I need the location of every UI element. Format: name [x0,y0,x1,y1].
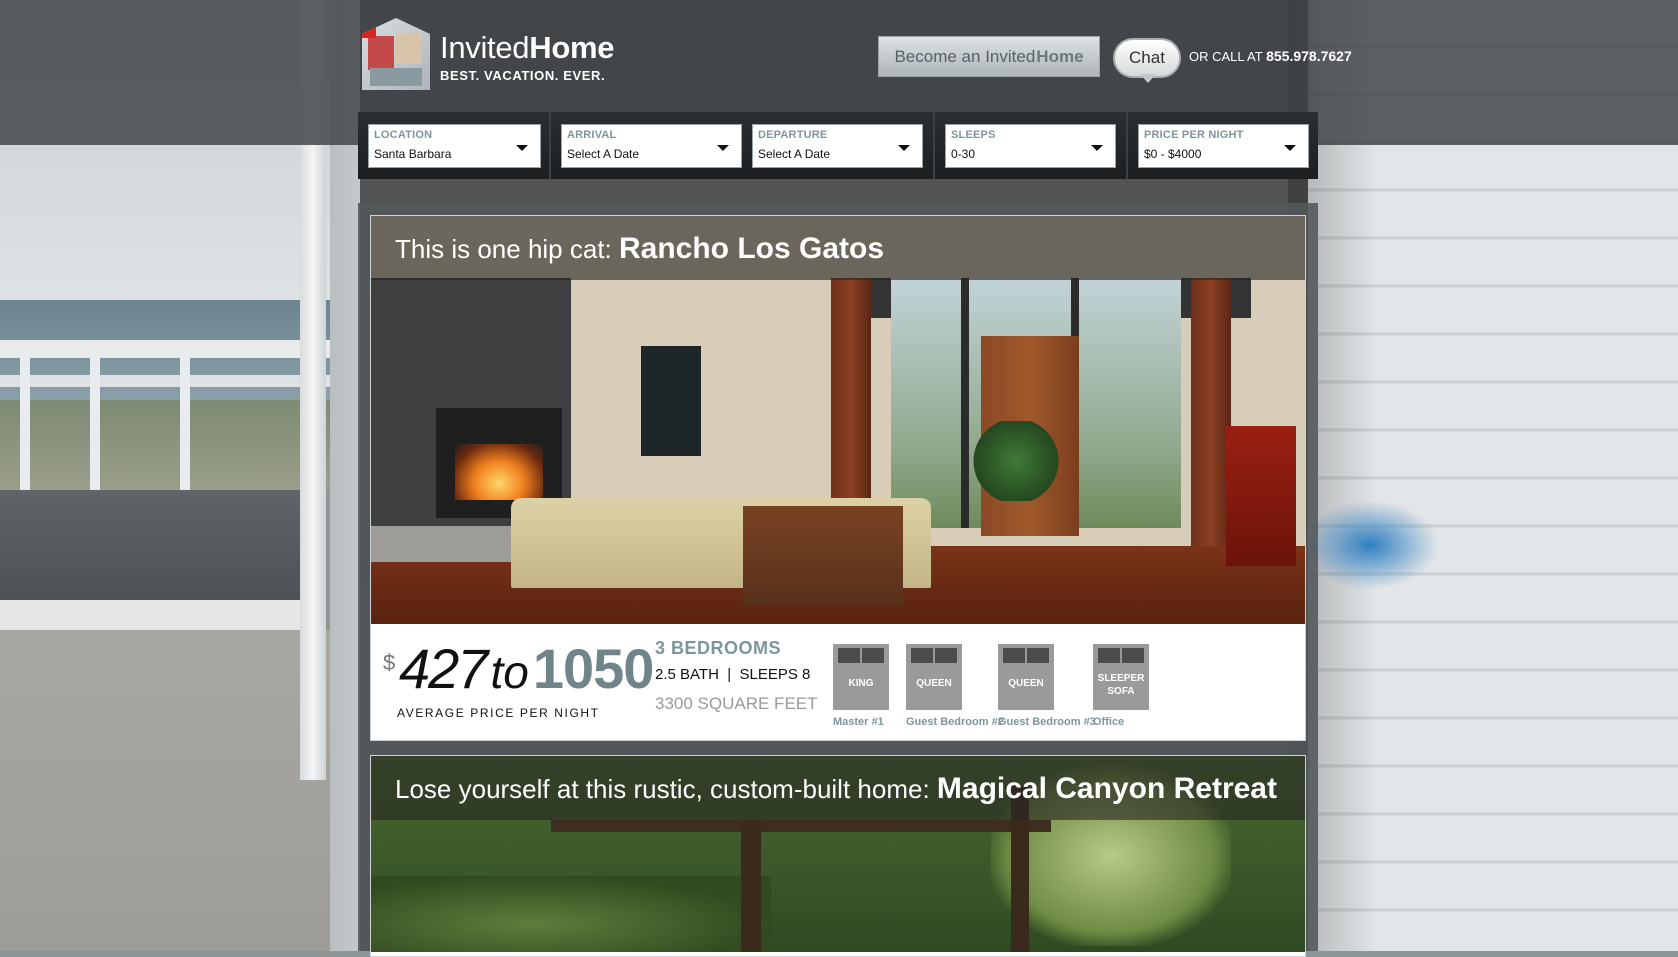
price-label: PRICE PER NIGHT [1144,129,1244,141]
listing-title[interactable]: This is one hip cat: Rancho Los Gatos [395,232,884,266]
price-note: AVERAGE PRICE PER NIGHT [397,706,600,720]
search-group-price: PRICE PER NIGHT $0 - $4000 [1128,112,1318,179]
bed-icon: QUEEN [906,644,962,710]
listing-name: Rancho Los Gatos [619,232,885,265]
logo-name-light: Invited [440,30,530,65]
arrival-label: ARRIVAL [567,129,617,141]
price-high: 1050 [532,637,655,700]
location-value: Santa Barbara [374,147,452,161]
price-range: 427to1050 [399,636,655,701]
become-invitedhome-button[interactable]: Become an Invited Home [878,36,1100,77]
chevron-down-icon [717,145,729,151]
become-label-prefix: Become an [894,46,986,66]
search-group-dates: ARRIVAL Select A Date DEPARTURE Select A… [551,112,935,179]
call-prefix: OR CALL AT [1189,49,1263,64]
listing-tagline: Lose yourself at this rustic, custom-bui… [395,774,937,804]
chat-button[interactable]: Chat [1113,38,1181,78]
listing-photo[interactable]: Lose yourself at this rustic, custom-bui… [371,756,1305,952]
chevron-down-icon [1284,145,1296,151]
bed-icon: QUEEN [998,644,1054,710]
logo-name-bold: Home [529,30,615,65]
bed-icon: KING [833,644,889,710]
listing-title-bar: Lose yourself at this rustic, custom-bui… [371,756,1305,820]
listing-photo[interactable]: This is one hip cat: Rancho Los Gatos [371,216,1305,624]
sleeps-value: 0-30 [951,147,976,161]
square-feet: 3300 SQUARE FEET [655,694,818,713]
arrival-value: Select A Date [567,147,640,161]
bed-type: QUEEN [1008,678,1044,689]
bed-type-line1: SLEEPER [1097,673,1145,684]
bath-sleeps: 2.5 BATH | SLEEPS 8 [655,666,811,683]
search-bar: LOCATION Santa Barbara ARRIVAL Select A … [358,112,1318,179]
bedroom-count: 3 BEDROOMS [655,638,782,658]
chevron-down-icon [1091,145,1103,151]
chevron-down-icon [898,145,910,151]
price-to: to [490,646,529,698]
currency-symbol: $ [383,650,396,675]
departure-label: DEPARTURE [758,129,828,141]
listing-tagline: This is one hip cat: [395,234,619,264]
price-low: 427 [399,637,488,700]
logo-tagline: BEST. VACATION. EVER. [440,68,606,83]
bed-type: SLEEPER SOFA [1093,672,1149,698]
listing-card[interactable]: This is one hip cat: Rancho Los Gatos $ … [370,215,1306,741]
bed-room-label: Office [1093,716,1125,728]
listing-info: $ 427to1050 AVERAGE PRICE PER NIGHT 3 BE… [371,624,1305,740]
bed-room-label: Guest Bedroom #2 [906,716,1004,728]
become-label-bold: Home [1036,46,1084,66]
bed-type-line2: SOFA [1107,686,1135,697]
sleeps-label: SLEEPS [951,129,996,141]
listings-panel: This is one hip cat: Rancho Los Gatos $ … [358,203,1318,957]
bed-type: KING [848,678,874,689]
bed-type: QUEEN [916,678,952,689]
departure-value: Select A Date [758,147,831,161]
departure-select[interactable]: DEPARTURE Select A Date [752,124,923,168]
sleeps-select[interactable]: SLEEPS 0-30 [945,124,1116,168]
bed-room-label: Master #1 [833,716,884,728]
price-value: $0 - $4000 [1144,147,1202,161]
bed-room-label: Guest Bedroom #3 [998,716,1096,728]
call-info: OR CALL AT 855.978.7627 [1189,48,1352,64]
chat-bubble-tail-icon [1140,74,1156,83]
search-group-location: LOCATION Santa Barbara [358,112,551,179]
arrival-select[interactable]: ARRIVAL Select A Date [561,124,742,168]
listing-name: Magical Canyon Retreat [936,772,1277,805]
chevron-down-icon [516,145,528,151]
fireplace-icon [455,444,543,500]
location-label: LOCATION [374,129,433,141]
listing-title-bar: This is one hip cat: Rancho Los Gatos [371,216,1305,280]
sofa-bed-icon: SLEEPER SOFA [1093,644,1149,710]
phone-number[interactable]: 855.978.7627 [1266,48,1352,64]
listing-card[interactable]: Lose yourself at this rustic, custom-bui… [370,755,1306,957]
search-group-sleeps: SLEEPS 0-30 [935,112,1128,179]
listing-title[interactable]: Lose yourself at this rustic, custom-bui… [395,772,1277,806]
location-select[interactable]: LOCATION Santa Barbara [368,124,541,168]
logo-wordmark: InvitedHome [440,30,614,66]
become-label-light: Invited [985,46,1036,66]
price-select[interactable]: PRICE PER NIGHT $0 - $4000 [1138,124,1309,168]
